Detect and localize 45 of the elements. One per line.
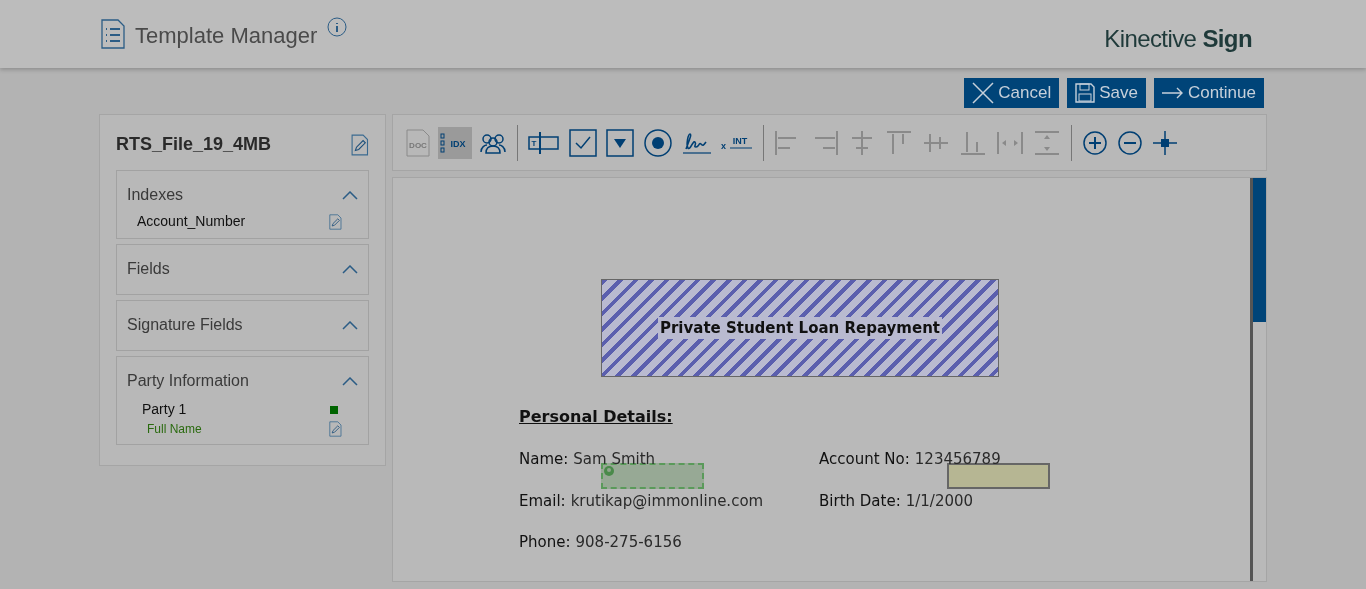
edit-icon[interactable] [329,213,342,230]
index-icon[interactable]: IDX [438,126,472,159]
info-icon[interactable] [327,17,348,37]
placed-party-field[interactable] [601,463,704,489]
section-title[interactable]: Party Information [127,369,249,393]
party-field-item[interactable]: Full Name [147,420,202,438]
checkbox-icon[interactable] [567,126,599,159]
field-label: Account No: [819,449,910,470]
section-heading: Personal Details: [519,406,673,428]
field-label: Name: [519,449,569,470]
edit-icon[interactable] [329,421,342,437]
section-title[interactable]: Signature Fields [127,313,243,337]
party-item[interactable]: Party 1 [142,399,187,420]
chevron-up-icon[interactable] [342,376,358,386]
field-value: krutikap@immonline.com [570,490,764,512]
save-button[interactable]: Save [1067,78,1146,108]
chevron-up-icon[interactable] [342,264,358,274]
scrollbar[interactable] [1250,178,1266,581]
continue-button[interactable]: Continue [1153,78,1264,108]
arrow-icon [1161,87,1184,99]
chevron-up-icon[interactable] [342,320,358,330]
field-value: 1/1/2000 [905,490,974,512]
scrollbar-thumb[interactable] [1253,178,1266,322]
field-label: Email: [519,490,566,512]
person-icon [604,466,614,476]
index-item[interactable]: Account_Number [137,211,246,232]
field-value: 908-275-6156 [575,532,682,553]
document-title: Private Student Loan Repayment [657,316,943,340]
save-icon [1075,83,1096,103]
field-value: Sam Smith [573,449,656,470]
dropdown-icon[interactable] [604,126,636,159]
cancel-button[interactable]: Cancel [964,78,1060,108]
brand-logo: Kinective Sign [1104,24,1252,54]
chevron-up-icon[interactable] [342,190,358,200]
page-title: Template Manager [135,22,318,50]
section-title[interactable]: Indexes [127,183,184,207]
file-name: RTS_File_19_4MB [116,133,272,156]
edit-icon[interactable] [351,133,369,156]
section-title[interactable]: Fields [127,257,170,281]
radio-icon[interactable] [641,126,675,159]
close-icon [972,82,995,104]
list-document-icon [101,18,125,49]
placed-index-field[interactable] [947,463,1050,489]
field-label: Phone: [519,532,571,553]
field-label: Birth Date: [819,490,901,512]
